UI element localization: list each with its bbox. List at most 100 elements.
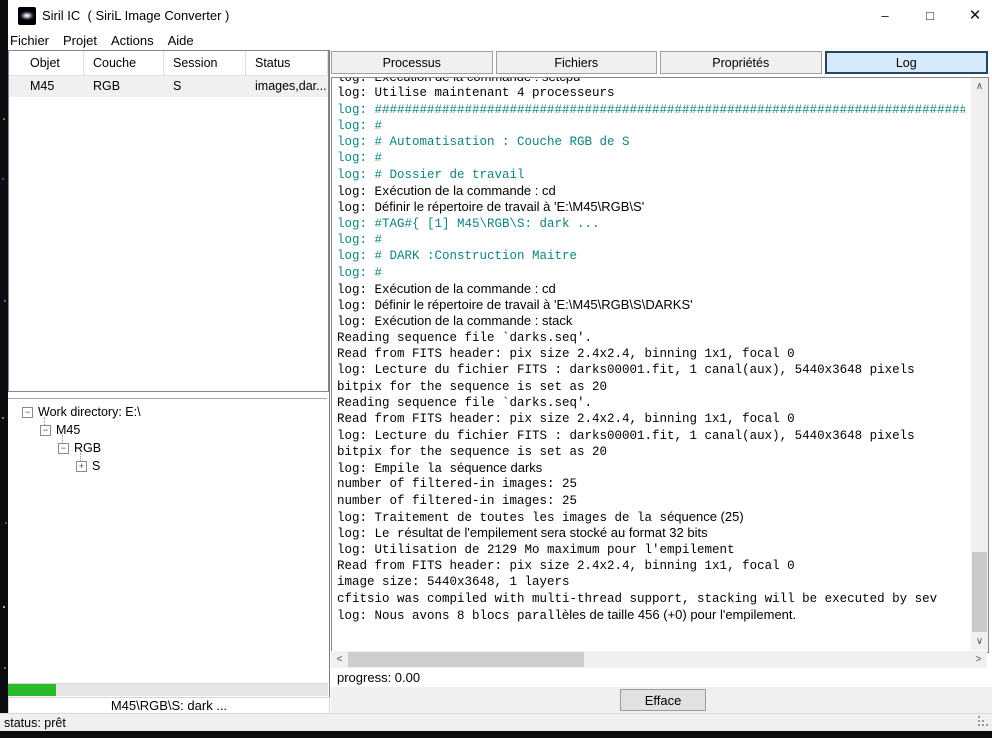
scroll-down-icon[interactable]: ∨ xyxy=(971,633,988,650)
title-bar: Siril IC ( SiriL Image Converter ) – □ ✕ xyxy=(8,0,992,32)
column-header-status[interactable]: Status xyxy=(246,51,328,75)
vertical-scroll-thumb[interactable] xyxy=(972,552,987,632)
log-line: Read from FITS header: pix size 2.4x2.4,… xyxy=(337,558,795,573)
collapse-icon[interactable]: − xyxy=(40,425,51,436)
window-title: Siril IC ( SiriL Image Converter ) xyxy=(42,8,230,23)
table-cell: images,dar... xyxy=(255,79,327,93)
resize-grip-icon[interactable] xyxy=(978,724,980,726)
log-line: log: Utilise maintenant 4 processeurs xyxy=(337,86,615,101)
app-galaxy-icon xyxy=(18,7,36,25)
tree-item-s[interactable]: + S xyxy=(8,453,327,475)
log-line: log: # xyxy=(337,118,383,133)
maximize-button[interactable]: □ xyxy=(914,4,946,28)
menu-bar: Fichier Projet Actions Aide xyxy=(10,32,194,49)
panel-divider[interactable] xyxy=(329,50,330,713)
log-line: log: Exécution de la commande : cd xyxy=(337,280,556,297)
log-text: log: Exécution de la commande : setcpulo… xyxy=(337,77,965,643)
progress-bar xyxy=(8,683,328,696)
tab-bar: Processus Fichiers Propriétés Log xyxy=(331,51,988,74)
background-stars xyxy=(3,118,5,120)
tree-connector xyxy=(80,453,82,461)
clear-log-button[interactable]: Efface xyxy=(620,689,706,711)
log-line: Read from FITS header: pix size 2.4x2.4,… xyxy=(337,347,795,362)
session-table-body: M45 RGB Simages,dar... xyxy=(9,76,328,97)
log-line: cfitsio was compiled with multi-thread s… xyxy=(337,591,938,606)
minimize-button[interactable]: – xyxy=(869,4,901,28)
tab-propriétés[interactable]: Propriétés xyxy=(660,51,822,74)
log-line: log: Exécution de la commande : setcpu xyxy=(337,77,580,85)
log-line: Read from FITS header: pix size 2.4x2.4,… xyxy=(337,412,795,427)
menu-item-fichier[interactable]: Fichier xyxy=(10,33,49,48)
app-window: Siril IC ( SiriL Image Converter ) – □ ✕… xyxy=(0,0,992,738)
table-cell: M45 xyxy=(30,79,55,93)
horizontal-scroll-thumb[interactable] xyxy=(348,652,584,667)
table-cell: S xyxy=(173,79,182,93)
scroll-right-icon[interactable]: > xyxy=(970,651,987,668)
log-line: log: Lecture du fichier FITS : darks0000… xyxy=(337,363,915,378)
session-table-header: Objet Couche Session Status xyxy=(9,51,328,76)
log-line: log: # Dossier de travail xyxy=(337,167,525,182)
log-line: log: # DARK :Construction Maitre xyxy=(337,249,578,264)
log-line: log: Lecture du fichier FITS : darks0000… xyxy=(337,428,915,443)
column-header-couche[interactable]: Couche xyxy=(84,51,164,75)
column-header-session[interactable]: Session xyxy=(164,51,246,75)
log-line: bitpix for the sequence is set as 20 xyxy=(337,379,608,394)
taskbar-edge-strip xyxy=(0,731,992,738)
desktop-background-strip xyxy=(0,0,8,731)
log-line: log: Exécution de la commande : stack xyxy=(337,313,573,330)
tree-item-label: RGB xyxy=(74,441,102,455)
log-line: log: # xyxy=(337,232,383,247)
log-line: log: # xyxy=(337,265,383,280)
progress-value-label: progress: 0.00 xyxy=(331,668,992,687)
tab-log[interactable]: Log xyxy=(824,51,988,74)
menu-item-actions[interactable]: Actions xyxy=(111,33,154,48)
log-line: log: Définir le répertoire de travail à … xyxy=(337,297,693,314)
log-line: log: Nous avons 8 blocs parallèles de ta… xyxy=(337,606,797,623)
log-line: number of filtered-in images: 25 xyxy=(337,493,578,508)
progress-bar-fill xyxy=(8,684,56,696)
log-line: bitpix for the sequence is set as 20 xyxy=(337,444,608,459)
table-cell: RGB xyxy=(93,79,121,93)
log-line: number of filtered-in images: 25 xyxy=(337,477,578,492)
tree-item-label: Work directory: E:\ xyxy=(38,405,141,419)
menu-item-projet[interactable]: Projet xyxy=(63,33,97,48)
scroll-left-icon[interactable]: < xyxy=(331,651,348,668)
log-line: log: # Automatisation : Couche RGB de S xyxy=(337,135,630,150)
log-line: log: ###################################… xyxy=(337,102,965,117)
log-line: log: Exécution de la commande : cd xyxy=(337,183,556,200)
collapse-icon[interactable]: − xyxy=(22,407,33,418)
collapse-icon[interactable]: − xyxy=(58,443,69,454)
log-line: log: Traitement de toutes les images de … xyxy=(337,509,744,526)
tree-item-work-directory-e-[interactable]: − Work directory: E:\ xyxy=(8,403,327,421)
log-line: Reading sequence file `darks.seq'. xyxy=(337,330,593,345)
tree-connector xyxy=(62,435,64,443)
log-button-panel: Efface xyxy=(331,687,992,713)
tree-item-rgb[interactable]: − RGB xyxy=(8,435,327,457)
tree-item-label: S xyxy=(92,459,101,473)
log-line: log: #TAG#{ [1] M45\RGB\S: dark ... xyxy=(337,216,600,231)
tab-processus[interactable]: Processus xyxy=(331,51,493,74)
tree-connector xyxy=(44,417,46,425)
log-line: image size: 5440x3648, 1 layers xyxy=(337,575,570,590)
expand-icon[interactable]: + xyxy=(76,461,87,472)
log-line: log: Le résultat de l'empilement sera st… xyxy=(337,525,708,542)
tree-item-m45[interactable]: − M45 xyxy=(8,417,327,439)
log-horizontal-scrollbar[interactable]: < > xyxy=(331,651,987,668)
close-button[interactable]: ✕ xyxy=(959,4,991,28)
log-line: Reading sequence file `darks.seq'. xyxy=(337,395,593,410)
status-bar: status: prêt xyxy=(0,713,992,731)
log-vertical-scrollbar[interactable]: ∧ ∨ xyxy=(971,78,988,650)
work-directory-tree: − Work directory: E:\ − M45− RGB + S xyxy=(8,398,327,676)
log-line: log: # xyxy=(337,151,383,166)
log-line: log: Définir le répertoire de travail à … xyxy=(337,199,645,216)
log-line: log: Empile la séquence darks xyxy=(337,460,543,477)
tab-fichiers[interactable]: Fichiers xyxy=(495,51,657,74)
log-panel: log: Exécution de la commande : setcpulo… xyxy=(331,77,989,653)
tree-item-label: M45 xyxy=(56,423,81,437)
table-row[interactable]: M45 RGB Simages,dar... xyxy=(9,76,328,97)
column-header-objet[interactable]: Objet xyxy=(9,51,84,75)
menu-item-aide[interactable]: Aide xyxy=(168,33,194,48)
session-table: Objet Couche Session Status M45 RGB Simages,d… xyxy=(8,50,329,392)
scroll-up-icon[interactable]: ∧ xyxy=(971,78,988,95)
log-line: log: Utilisation de 2129 Mo maximum pour… xyxy=(337,542,735,557)
